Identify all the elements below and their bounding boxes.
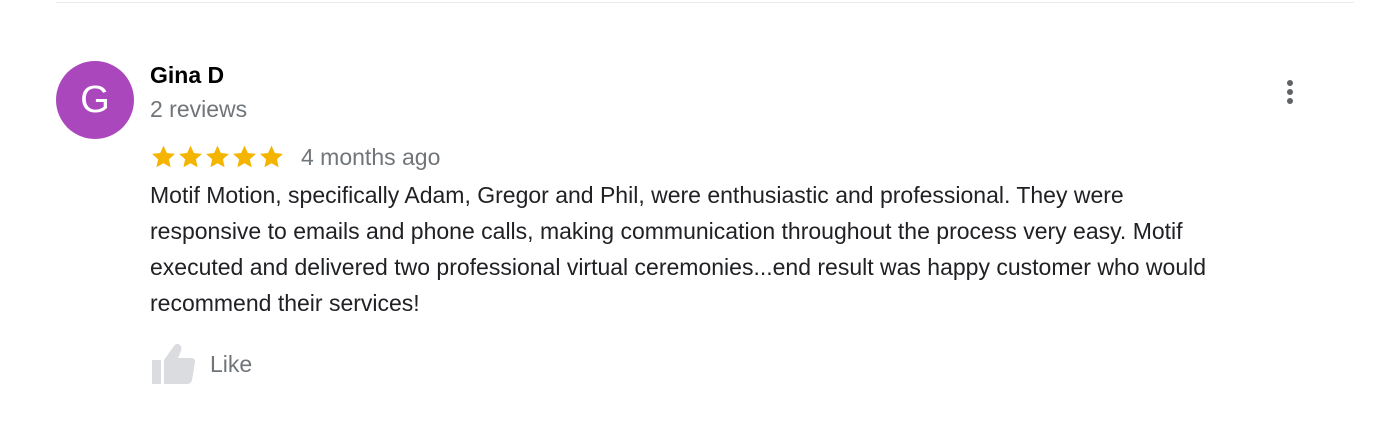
review-count[interactable]: 2 reviews bbox=[150, 95, 247, 123]
more-dot bbox=[1287, 89, 1293, 95]
reviewer-name[interactable]: Gina D bbox=[150, 61, 224, 89]
review-text-line: executed and delivered two professional … bbox=[150, 254, 1207, 280]
more-dot bbox=[1287, 98, 1293, 104]
star-icon bbox=[206, 145, 229, 168]
star-icon bbox=[152, 145, 175, 168]
rating-row: 4 months ago bbox=[150, 141, 440, 173]
review-text-line: responsive to emails and phone calls, ma… bbox=[150, 218, 1183, 244]
avatar[interactable]: G bbox=[56, 61, 134, 139]
review-text-line: recommend their services! bbox=[150, 290, 420, 316]
more-vertical-icon bbox=[1287, 80, 1293, 104]
more-options-button[interactable] bbox=[1276, 74, 1304, 110]
more-dot bbox=[1287, 80, 1293, 86]
top-divider bbox=[56, 2, 1354, 3]
like-label: Like bbox=[210, 351, 253, 377]
star-icon bbox=[233, 145, 256, 168]
review-text-line: Motif Motion, specifically Adam, Gregor … bbox=[150, 182, 1124, 208]
star-icon bbox=[260, 145, 283, 168]
review-time: 4 months ago bbox=[301, 144, 441, 170]
review-text: Motif Motion, specifically Adam, Gregor … bbox=[150, 177, 1360, 321]
star-rating bbox=[150, 144, 285, 170]
like-button[interactable]: Like bbox=[150, 342, 252, 386]
star-icon bbox=[179, 145, 202, 168]
thumbs-up-icon bbox=[152, 343, 195, 384]
